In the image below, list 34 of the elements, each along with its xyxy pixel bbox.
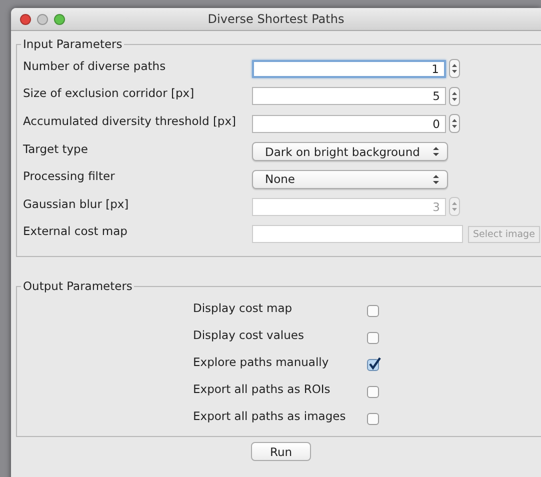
field-label: Number of diverse paths [23, 58, 167, 75]
number-field[interactable]: 0 [252, 114, 446, 133]
field-label: Gaussian blur [px] [23, 196, 130, 213]
field-label: Target type [23, 142, 89, 158]
minimize-button[interactable] [37, 14, 48, 24]
field-label: Accumulated diversity threshold [px] [23, 114, 238, 130]
option-label: Export all paths as ROIs [193, 382, 332, 398]
checkbox[interactable] [367, 304, 379, 317]
spinner-arrows-icon[interactable] [449, 86, 460, 106]
up-down-arrows-icon [433, 174, 439, 185]
number-field[interactable]: 5 [252, 87, 446, 106]
spinner-arrows-icon[interactable] [449, 59, 460, 78]
window-title: Diverse Shortest Paths [208, 12, 344, 26]
up-down-arrows-icon [433, 146, 439, 158]
dropdown[interactable]: None [252, 170, 448, 189]
group-title: Output Parameters [22, 279, 134, 294]
close-button[interactable] [20, 14, 31, 24]
group-title: Input Parameters [22, 37, 124, 51]
checkbox[interactable] [367, 412, 379, 425]
option-label: Display cost values [193, 328, 305, 344]
option-label: Export all paths as images [193, 408, 347, 425]
spinner-arrows-icon[interactable] [449, 114, 460, 134]
field-label: Size of exclusion corridor [px] [23, 86, 196, 102]
checkbox[interactable] [367, 358, 379, 371]
option-label: Explore paths manually [193, 354, 330, 371]
number-field[interactable]: 1 [252, 60, 446, 78]
checkbox[interactable] [367, 332, 379, 344]
zoom-button[interactable] [54, 14, 65, 24]
dropdown[interactable]: Dark on bright background [252, 142, 448, 162]
field-label: External cost map [23, 224, 128, 240]
field-label: Processing filter [23, 169, 116, 186]
checkbox[interactable] [367, 386, 379, 398]
run-button[interactable]: Run [251, 442, 311, 462]
option-label: Display cost map [193, 300, 294, 317]
